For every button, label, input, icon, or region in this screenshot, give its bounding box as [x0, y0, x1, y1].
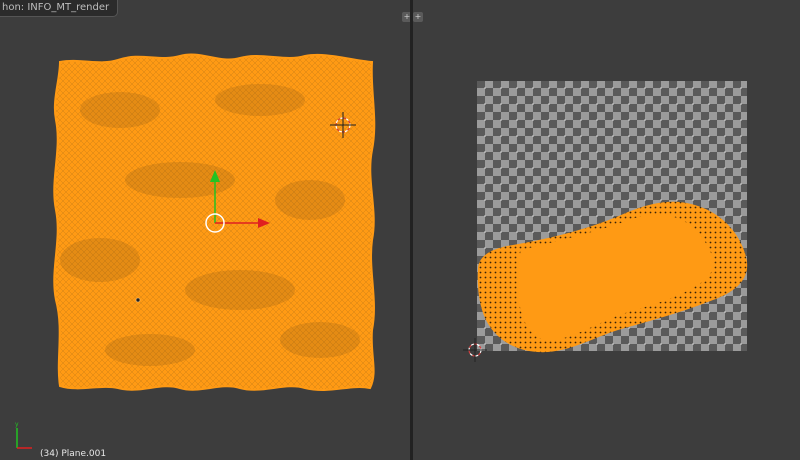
split-corner-icon[interactable]: + — [402, 12, 410, 22]
object-status-label: (34) Plane.001 — [40, 449, 107, 459]
3d-viewport-canvas[interactable]: y — [0, 0, 410, 460]
axis-gizmo-icon: y — [15, 421, 32, 449]
object-origin-dot — [135, 297, 141, 303]
3d-viewport[interactable]: y (34) Plane.001 + — [0, 0, 410, 460]
uv-editor-canvas[interactable] — [413, 0, 800, 460]
svg-text:y: y — [15, 421, 19, 428]
split-corner-icon[interactable]: + — [413, 12, 423, 22]
uv-editor-viewport[interactable]: + — [413, 0, 800, 460]
python-tooltip: hon: INFO_MT_render — [0, 0, 119, 17]
